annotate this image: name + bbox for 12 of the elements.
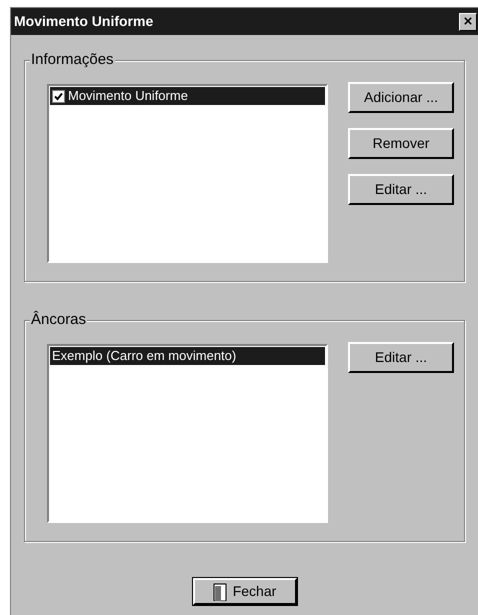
window-title: Movimento Uniforme [14, 12, 154, 31]
door-icon [212, 582, 227, 600]
dialog-button[interactable]: Remover [348, 128, 454, 159]
dialog-button[interactable]: Editar ... [348, 342, 454, 373]
dialog-button[interactable]: Editar ... [348, 174, 454, 205]
checkbox[interactable] [52, 90, 65, 102]
list-item[interactable]: Exemplo (Carro em movimento) [50, 347, 325, 365]
close-button[interactable]: × [459, 12, 477, 30]
group-legend: Informações [30, 51, 115, 69]
list-item[interactable]: Movimento Uniforme [50, 87, 325, 105]
close-dialog-button[interactable]: Fechar [192, 578, 296, 605]
dialog-button[interactable]: Adicionar ... [348, 82, 454, 113]
